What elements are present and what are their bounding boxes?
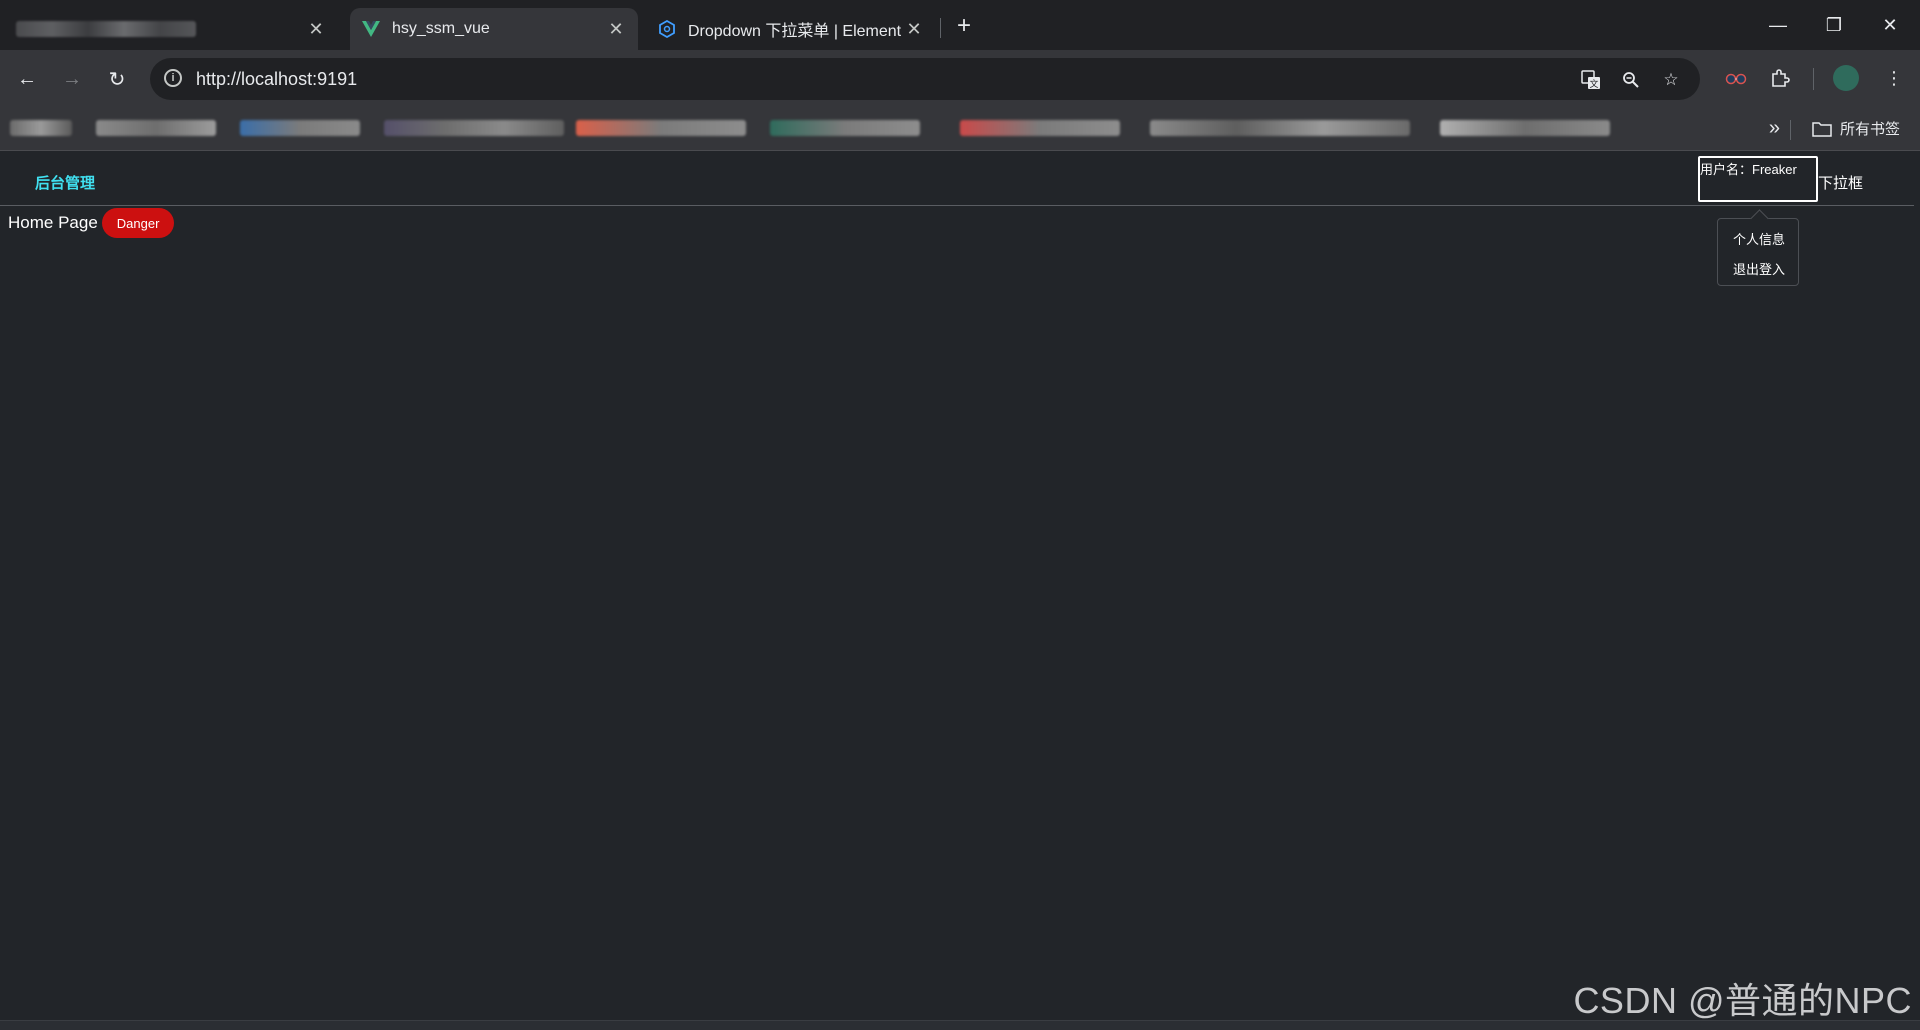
tab-title: Dropdown 下拉菜单 | Element bbox=[688, 23, 902, 40]
toolbar-separator bbox=[1813, 68, 1814, 90]
bookmark-item[interactable] bbox=[1440, 120, 1610, 136]
bookmarks-separator bbox=[1790, 120, 1791, 140]
danger-button[interactable]: Danger bbox=[101, 208, 175, 238]
minimize-button[interactable]: — bbox=[1750, 0, 1806, 50]
profile-avatar[interactable] bbox=[1832, 64, 1860, 92]
svg-text:文: 文 bbox=[1589, 78, 1598, 89]
back-button[interactable]: ← bbox=[12, 64, 42, 94]
all-bookmarks-button[interactable]: 所有书签 bbox=[1812, 118, 1900, 139]
vue-logo-icon bbox=[362, 20, 380, 38]
dropdown-trigger[interactable]: 下拉框 bbox=[1818, 172, 1863, 193]
extension-glasses-icon[interactable] bbox=[1722, 64, 1750, 92]
new-tab-button[interactable]: + bbox=[950, 12, 978, 40]
close-icon[interactable]: ✕ bbox=[606, 19, 626, 39]
bookmark-item[interactable] bbox=[10, 120, 72, 136]
all-bookmarks-label: 所有书签 bbox=[1840, 121, 1901, 138]
close-icon[interactable]: ✕ bbox=[306, 19, 326, 39]
bookmark-item[interactable] bbox=[240, 120, 360, 136]
bookmark-item[interactable] bbox=[770, 120, 920, 136]
address-bar[interactable]: i http://localhost:9191 文 ☆ bbox=[150, 58, 1700, 100]
translate-icon[interactable]: 文 bbox=[1580, 69, 1602, 91]
home-row: Home Page Danger bbox=[8, 208, 175, 238]
folder-icon bbox=[1812, 121, 1832, 137]
reload-button[interactable]: ↻ bbox=[102, 64, 132, 94]
user-info-box: 用户名：Freaker bbox=[1698, 156, 1818, 202]
page-header: 后台管理 用户名：Freaker 下拉框 bbox=[0, 152, 1914, 206]
dropdown-arrow bbox=[1750, 209, 1769, 228]
bookmark-item[interactable] bbox=[1150, 120, 1410, 136]
bookmark-item[interactable] bbox=[960, 120, 1120, 136]
tab-blurred[interactable]: ✕ bbox=[8, 8, 338, 50]
site-info-icon[interactable]: i bbox=[164, 69, 182, 87]
home-page-text: Home Page bbox=[8, 213, 98, 232]
blurred-tab-title bbox=[16, 21, 196, 37]
tab-title: hsy_ssm_vue bbox=[392, 20, 490, 37]
address-url[interactable]: http://localhost:9191 bbox=[196, 69, 357, 90]
bookmark-item[interactable] bbox=[384, 120, 564, 136]
bookmarks-bar: » 所有书签 bbox=[0, 108, 1920, 151]
close-icon[interactable]: ✕ bbox=[904, 19, 924, 39]
bookmark-item[interactable] bbox=[576, 120, 746, 136]
tab-dropdown-element[interactable]: Dropdown 下拉菜单 | Element ✕ bbox=[646, 8, 936, 50]
zoom-icon[interactable] bbox=[1620, 69, 1642, 91]
bookmark-item[interactable] bbox=[96, 120, 216, 136]
bookmark-star-icon[interactable]: ☆ bbox=[1660, 69, 1682, 91]
restore-button[interactable]: ❐ bbox=[1806, 0, 1862, 50]
tab-strip: ✕ hsy_ssm_vue ✕ Dropdown 下拉菜单 | Element … bbox=[0, 0, 1920, 50]
tab-separator bbox=[940, 18, 941, 38]
browser-toolbar: ← → ↻ i http://localhost:9191 文 ☆ ⋮ bbox=[0, 50, 1920, 108]
close-window-button[interactable]: ✕ bbox=[1862, 0, 1918, 50]
menu-item-profile[interactable]: 个人信息 bbox=[1733, 229, 1785, 248]
more-bookmarks-icon[interactable]: » bbox=[1769, 117, 1780, 140]
extensions-puzzle-icon[interactable] bbox=[1766, 64, 1794, 92]
brand-title[interactable]: 后台管理 bbox=[35, 172, 95, 193]
element-logo-icon bbox=[658, 20, 676, 38]
menu-item-logout[interactable]: 退出登入 bbox=[1733, 259, 1785, 278]
csdn-watermark: CSDN @普通的NPC bbox=[1573, 980, 1912, 1021]
tab-hsy-ssm-vue[interactable]: hsy_ssm_vue ✕ bbox=[350, 8, 638, 50]
username-label: 用户名：Freaker bbox=[1700, 162, 1797, 177]
forward-button[interactable]: → bbox=[57, 64, 87, 94]
menu-kebab-icon[interactable]: ⋮ bbox=[1880, 64, 1908, 92]
dropdown-menu: 个人信息 退出登入 bbox=[1717, 209, 1799, 286]
avatar bbox=[1833, 65, 1859, 91]
